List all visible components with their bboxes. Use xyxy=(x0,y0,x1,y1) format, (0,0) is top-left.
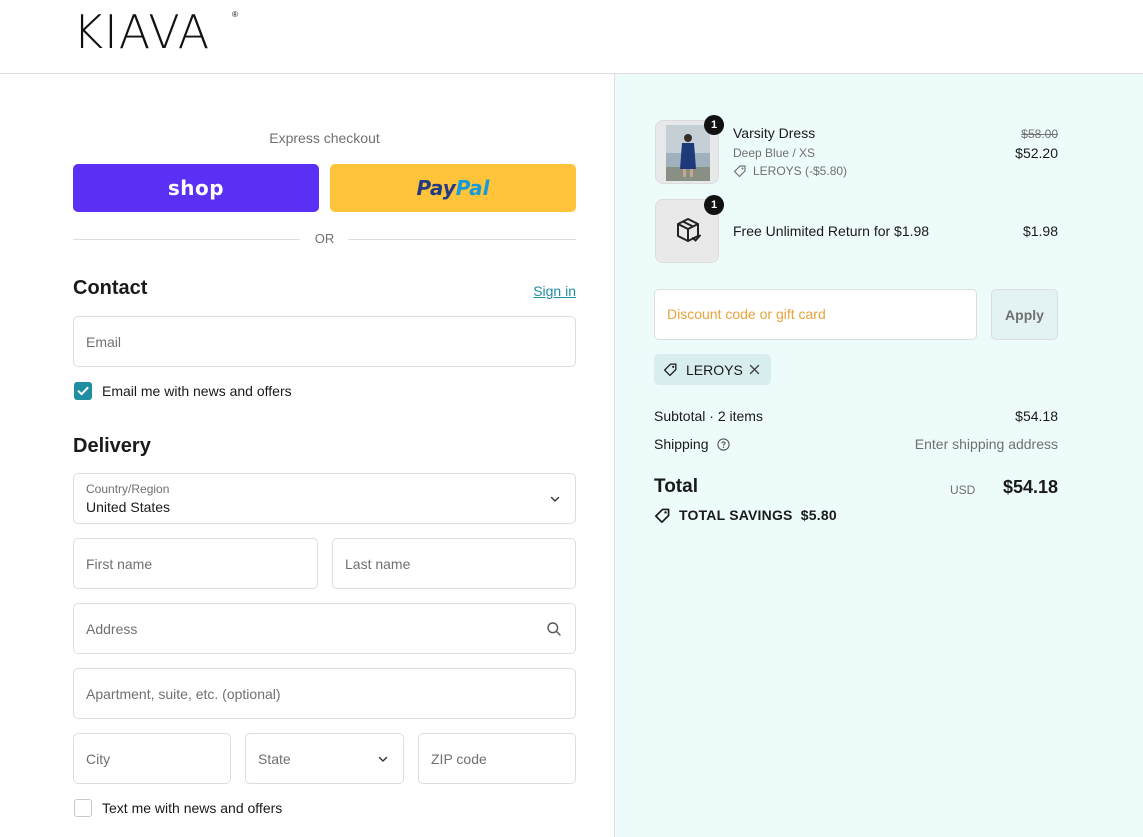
discount-code-field[interactable]: Discount code or gift card xyxy=(654,289,977,340)
chevron-down-icon xyxy=(378,756,388,762)
shipping-value: Enter shipping address xyxy=(914,436,1058,452)
tag-icon xyxy=(733,165,746,178)
total-label: Total xyxy=(654,476,698,497)
paypal-label-pay: Pay xyxy=(416,176,456,200)
city-placeholder: City xyxy=(86,750,111,767)
applied-code-label: LEROYS xyxy=(686,362,743,378)
city-field[interactable]: City xyxy=(73,733,231,784)
checkout-form: Express checkout shop Pay Pal OR Contact … xyxy=(0,74,614,837)
order-summary: 1 Varsity Dress Deep Blue / XS LEROYS (-… xyxy=(614,74,1143,837)
divider-line xyxy=(348,239,576,240)
paypal-label-pal: Pal xyxy=(455,176,490,200)
apartment-field[interactable]: Apartment, suite, etc. (optional) xyxy=(73,668,576,719)
subtotal-value: $54.18 xyxy=(1015,408,1058,424)
apply-discount-button[interactable]: Apply xyxy=(991,289,1058,340)
item-original-price: $58.00 xyxy=(1021,127,1058,141)
country-label: Country/Region xyxy=(86,482,170,496)
total-savings: TOTAL SAVINGS $5.80 xyxy=(679,507,837,523)
text-news-checkbox[interactable] xyxy=(74,799,92,817)
item-price: $1.98 xyxy=(1022,223,1058,239)
savings-value: $5.80 xyxy=(800,507,837,523)
shop-pay-button[interactable]: shop xyxy=(73,164,319,212)
registered-mark: ® xyxy=(232,10,238,19)
tag-icon xyxy=(663,363,677,377)
address-placeholder: Address xyxy=(86,620,138,637)
last-name-placeholder: Last name xyxy=(345,555,411,572)
sign-in-link[interactable]: Sign in xyxy=(500,283,576,299)
state-select[interactable]: State xyxy=(245,733,404,784)
first-name-placeholder: First name xyxy=(86,555,153,572)
brand-logo[interactable]: KIAVA xyxy=(73,8,210,56)
subtotal-label: Subtotal · 2 items xyxy=(654,408,763,424)
search-icon xyxy=(547,621,561,636)
total-value: $54.18 xyxy=(1002,477,1058,497)
total-currency: USD xyxy=(950,483,976,497)
first-name-field[interactable]: First name xyxy=(73,538,318,589)
savings-label: TOTAL SAVINGS xyxy=(679,507,793,523)
or-divider: OR xyxy=(73,230,576,248)
help-icon[interactable] xyxy=(717,438,730,451)
quantity-badge: 1 xyxy=(704,115,724,135)
shop-pay-label: shop xyxy=(167,176,225,200)
quantity-badge: 1 xyxy=(704,195,724,215)
close-icon[interactable] xyxy=(749,364,760,375)
last-name-field[interactable]: Last name xyxy=(332,538,576,589)
paypal-button[interactable]: Pay Pal xyxy=(330,164,576,212)
discount-placeholder: Discount code or gift card xyxy=(667,306,826,322)
checkmark-icon xyxy=(77,386,89,396)
chevron-down-icon xyxy=(550,496,560,502)
email-field[interactable]: Email xyxy=(73,316,576,367)
express-checkout-label: Express checkout xyxy=(269,130,380,146)
tag-icon xyxy=(654,508,670,524)
delivery-title: Delivery xyxy=(73,435,151,457)
address-field[interactable]: Address xyxy=(73,603,576,654)
zip-placeholder: ZIP code xyxy=(431,750,487,767)
shipping-label: Shipping xyxy=(654,436,709,452)
country-select[interactable]: Country/Region United States xyxy=(73,473,576,524)
apartment-placeholder: Apartment, suite, etc. (optional) xyxy=(86,685,281,702)
email-news-checkbox[interactable] xyxy=(74,382,92,400)
applied-discount-chip: LEROYS xyxy=(654,354,771,385)
item-name: Varsity Dress xyxy=(733,125,816,141)
text-news-label: Text me with news and offers xyxy=(102,800,283,816)
item-price: $52.20 xyxy=(1015,145,1058,161)
email-placeholder: Email xyxy=(86,333,122,350)
zip-field[interactable]: ZIP code xyxy=(418,733,576,784)
contact-title: Contact xyxy=(73,277,148,299)
country-value: United States xyxy=(86,499,171,515)
header: KIAVA ® xyxy=(0,0,1143,74)
item-variant: Deep Blue / XS xyxy=(733,146,816,160)
item-name: Free Unlimited Return for $1.98 xyxy=(733,223,930,239)
item-discount: LEROYS (-$5.80) xyxy=(753,164,848,178)
state-placeholder: State xyxy=(258,750,291,767)
email-news-label: Email me with news and offers xyxy=(102,383,292,399)
